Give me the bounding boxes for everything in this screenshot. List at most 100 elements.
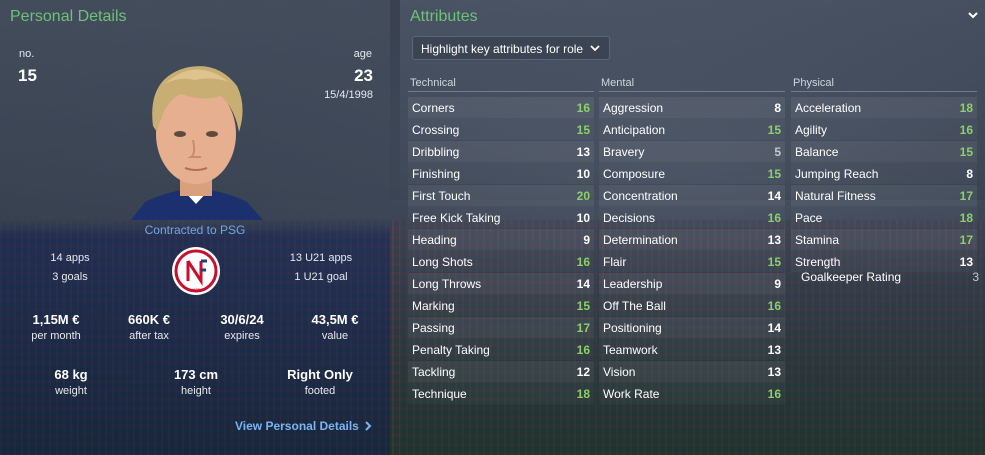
mental-attribute-row[interactable]: Teamwork 13 <box>599 339 785 361</box>
attribute-name: Leadership <box>603 276 663 291</box>
mental-header: Mental <box>599 76 785 92</box>
mental-attribute-row[interactable]: Decisions 16 <box>599 207 785 229</box>
technical-attribute-row[interactable]: Long Shots 16 <box>408 251 594 273</box>
technical-attribute-row[interactable]: Long Throws 14 <box>408 273 594 295</box>
player-face-image <box>131 66 263 220</box>
view-personal-details-link[interactable]: View Personal Details <box>235 419 372 433</box>
attribute-value: 15 <box>767 166 781 181</box>
mental-attribute-row[interactable]: Concentration 14 <box>599 185 785 207</box>
u21-apps-stat: 13 U21 apps <box>289 252 353 264</box>
attribute-name: Vision <box>603 364 636 379</box>
technical-attribute-row[interactable]: Penalty Taking 16 <box>408 339 594 361</box>
mental-attribute-row[interactable]: Leadership 9 <box>599 273 785 295</box>
technical-header: Technical <box>408 76 594 92</box>
mental-attribute-row[interactable]: Flair 15 <box>599 251 785 273</box>
attribute-name: Acceleration <box>795 100 862 115</box>
technical-attribute-row[interactable]: Corners 16 <box>408 97 594 119</box>
attribute-value: 16 <box>767 210 781 225</box>
height-label: height <box>181 385 211 397</box>
u21-goals-stat: 1 U21 goal <box>294 271 348 283</box>
attribute-name: Long Shots <box>412 254 473 269</box>
attribute-value: 15 <box>576 298 590 313</box>
technical-attribute-row[interactable]: Heading 9 <box>408 229 594 251</box>
technical-column: Technical Corners 16 Crossing 15 Dribbling 13… <box>408 76 594 405</box>
attribute-name: Marking <box>412 298 455 313</box>
attribute-name: Tackling <box>412 364 456 379</box>
mental-attribute-row[interactable]: Bravery 5 <box>599 141 785 163</box>
footed-value: Right Only <box>287 367 353 382</box>
attribute-value: 17 <box>576 320 590 335</box>
goalkeeper-rating-label: Goalkeeper Rating <box>801 269 902 284</box>
attribute-value: 16 <box>576 100 590 115</box>
mental-attribute-row[interactable]: Anticipation 15 <box>599 119 785 141</box>
svg-text:NFF: NFF <box>192 288 200 293</box>
contract-link[interactable]: Contracted to PSG <box>0 223 390 237</box>
contract-expiry-stat: 30/6/24 expires <box>197 312 287 342</box>
attribute-value: 13 <box>767 232 781 247</box>
mental-attribute-row[interactable]: Determination 13 <box>599 229 785 251</box>
attribute-value: 20 <box>576 188 590 203</box>
technical-attribute-row[interactable]: Tackling 12 <box>408 361 594 383</box>
attribute-name: Composure <box>603 166 666 181</box>
technical-attribute-row[interactable]: Dribbling 13 <box>408 141 594 163</box>
attribute-name: Teamwork <box>603 342 658 357</box>
physical-attribute-row[interactable]: Balance 15 <box>791 141 977 163</box>
mental-attribute-row[interactable]: Positioning 14 <box>599 317 785 339</box>
attribute-name: Long Throws <box>412 276 482 291</box>
attribute-value: 13 <box>767 342 781 357</box>
attribute-value: 18 <box>576 386 590 401</box>
physical-attribute-row[interactable]: Natural Fitness 17 <box>791 185 977 207</box>
technical-attribute-row[interactable]: Technique 18 <box>408 383 594 405</box>
mental-attribute-row[interactable]: Composure 15 <box>599 163 785 185</box>
after-tax-label: after tax <box>129 330 169 342</box>
highlight-role-label: Highlight key attributes for role <box>421 42 584 56</box>
highlight-role-dropdown[interactable]: Highlight key attributes for role <box>412 36 610 60</box>
age-value: 23 <box>354 66 373 85</box>
weight-label: weight <box>55 385 87 397</box>
mental-attribute-row[interactable]: Off The Ball 16 <box>599 295 785 317</box>
date-of-birth: 15/4/1998 <box>324 89 373 101</box>
attribute-name: Passing <box>412 320 455 335</box>
technical-attribute-row[interactable]: Finishing 10 <box>408 163 594 185</box>
attribute-name: Jumping Reach <box>795 166 879 181</box>
attribute-value: 12 <box>576 364 590 379</box>
weight-value: 68 kg <box>54 367 88 382</box>
attribute-name: Anticipation <box>603 122 666 137</box>
mental-column: Mental Aggression 8 Anticipation 15 Bravery 5… <box>599 76 785 405</box>
mental-attribute-row[interactable]: Work Rate 16 <box>599 383 785 405</box>
attribute-name: Agility <box>795 122 828 137</box>
attribute-name: Natural Fitness <box>795 188 876 203</box>
technical-attribute-row[interactable]: Crossing 15 <box>408 119 594 141</box>
technical-attribute-row[interactable]: Marking 15 <box>408 295 594 317</box>
attribute-value: 5 <box>774 144 781 159</box>
technical-attribute-row[interactable]: First Touch 20 <box>408 185 594 207</box>
after-tax-stat: 660K € after tax <box>104 312 194 342</box>
mental-attribute-row[interactable]: Vision 13 <box>599 361 785 383</box>
attribute-value: 18 <box>959 210 973 225</box>
physical-attribute-row[interactable]: Pace 18 <box>791 207 977 229</box>
mental-attribute-row[interactable]: Aggression 8 <box>599 97 785 119</box>
physical-attribute-row[interactable]: Acceleration 18 <box>791 97 977 119</box>
physical-attribute-row[interactable]: Agility 16 <box>791 119 977 141</box>
personal-details-title: Personal Details <box>10 8 127 25</box>
footed-stat: Right Only footed <box>275 367 365 397</box>
chevron-down-icon <box>590 45 600 52</box>
view-personal-details-label: View Personal Details <box>235 419 359 433</box>
attribute-name: Decisions <box>603 210 656 225</box>
mental-list: Aggression 8 Anticipation 15 Bravery 5 Composu… <box>599 97 785 405</box>
physical-attribute-row[interactable]: Stamina 17 <box>791 229 977 251</box>
technical-attribute-row[interactable]: Free Kick Taking 10 <box>408 207 594 229</box>
national-team-logo[interactable]: NFF <box>171 246 221 296</box>
attribute-value: 15 <box>576 122 590 137</box>
attribute-value: 15 <box>767 254 781 269</box>
technical-attribute-row[interactable]: Passing 17 <box>408 317 594 339</box>
physical-attribute-row[interactable]: Jumping Reach 8 <box>791 163 977 185</box>
goalkeeper-rating-value: 3 <box>972 269 979 284</box>
chevron-down-icon[interactable] <box>967 9 979 21</box>
attribute-value: 14 <box>576 276 590 291</box>
chevron-right-icon <box>365 421 372 431</box>
goalkeeper-rating-row[interactable]: Goalkeeper Rating 3 <box>798 266 982 287</box>
attribute-name: Positioning <box>603 320 662 335</box>
attribute-name: Technique <box>412 386 467 401</box>
personal-details-panel: Personal Details no. 15 age 23 15/4/1998… <box>0 0 390 455</box>
